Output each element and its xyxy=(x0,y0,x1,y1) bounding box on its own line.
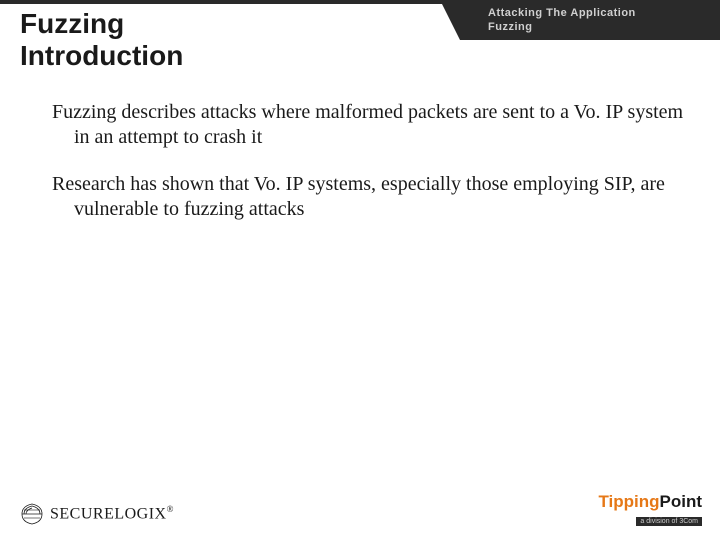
tipping-word: Tipping xyxy=(598,492,659,511)
securelogix-icon xyxy=(18,500,46,528)
paragraph-1: Fuzzing describes attacks where malforme… xyxy=(30,100,700,150)
title-text: Fuzzing Introduction xyxy=(20,8,183,71)
tippingpoint-subtitle: a division of 3Com xyxy=(636,517,702,526)
slide-title: Fuzzing Introduction xyxy=(20,8,183,72)
registered-mark: ® xyxy=(167,504,174,514)
breadcrumb-line1: Attacking The Application xyxy=(488,6,710,20)
logo-tippingpoint: TippingPoint a division of 3Com xyxy=(598,493,702,528)
tippingpoint-text: TippingPoint xyxy=(598,493,702,510)
securelogix-text: SECURELOGIX® xyxy=(50,504,174,523)
breadcrumb-line2: Fuzzing xyxy=(488,20,710,34)
paragraph-2: Research has shown that Vo. IP systems, … xyxy=(30,172,700,222)
footer: SECURELOGIX® TippingPoint a division of … xyxy=(18,493,702,528)
securelogix-name: SECURELOGIX xyxy=(50,506,167,523)
point-word: Point xyxy=(660,492,703,511)
slide-body: Fuzzing describes attacks where malforme… xyxy=(30,100,700,244)
header-breadcrumb-tab: Attacking The Application Fuzzing xyxy=(460,0,720,40)
logo-securelogix: SECURELOGIX® xyxy=(18,500,174,528)
